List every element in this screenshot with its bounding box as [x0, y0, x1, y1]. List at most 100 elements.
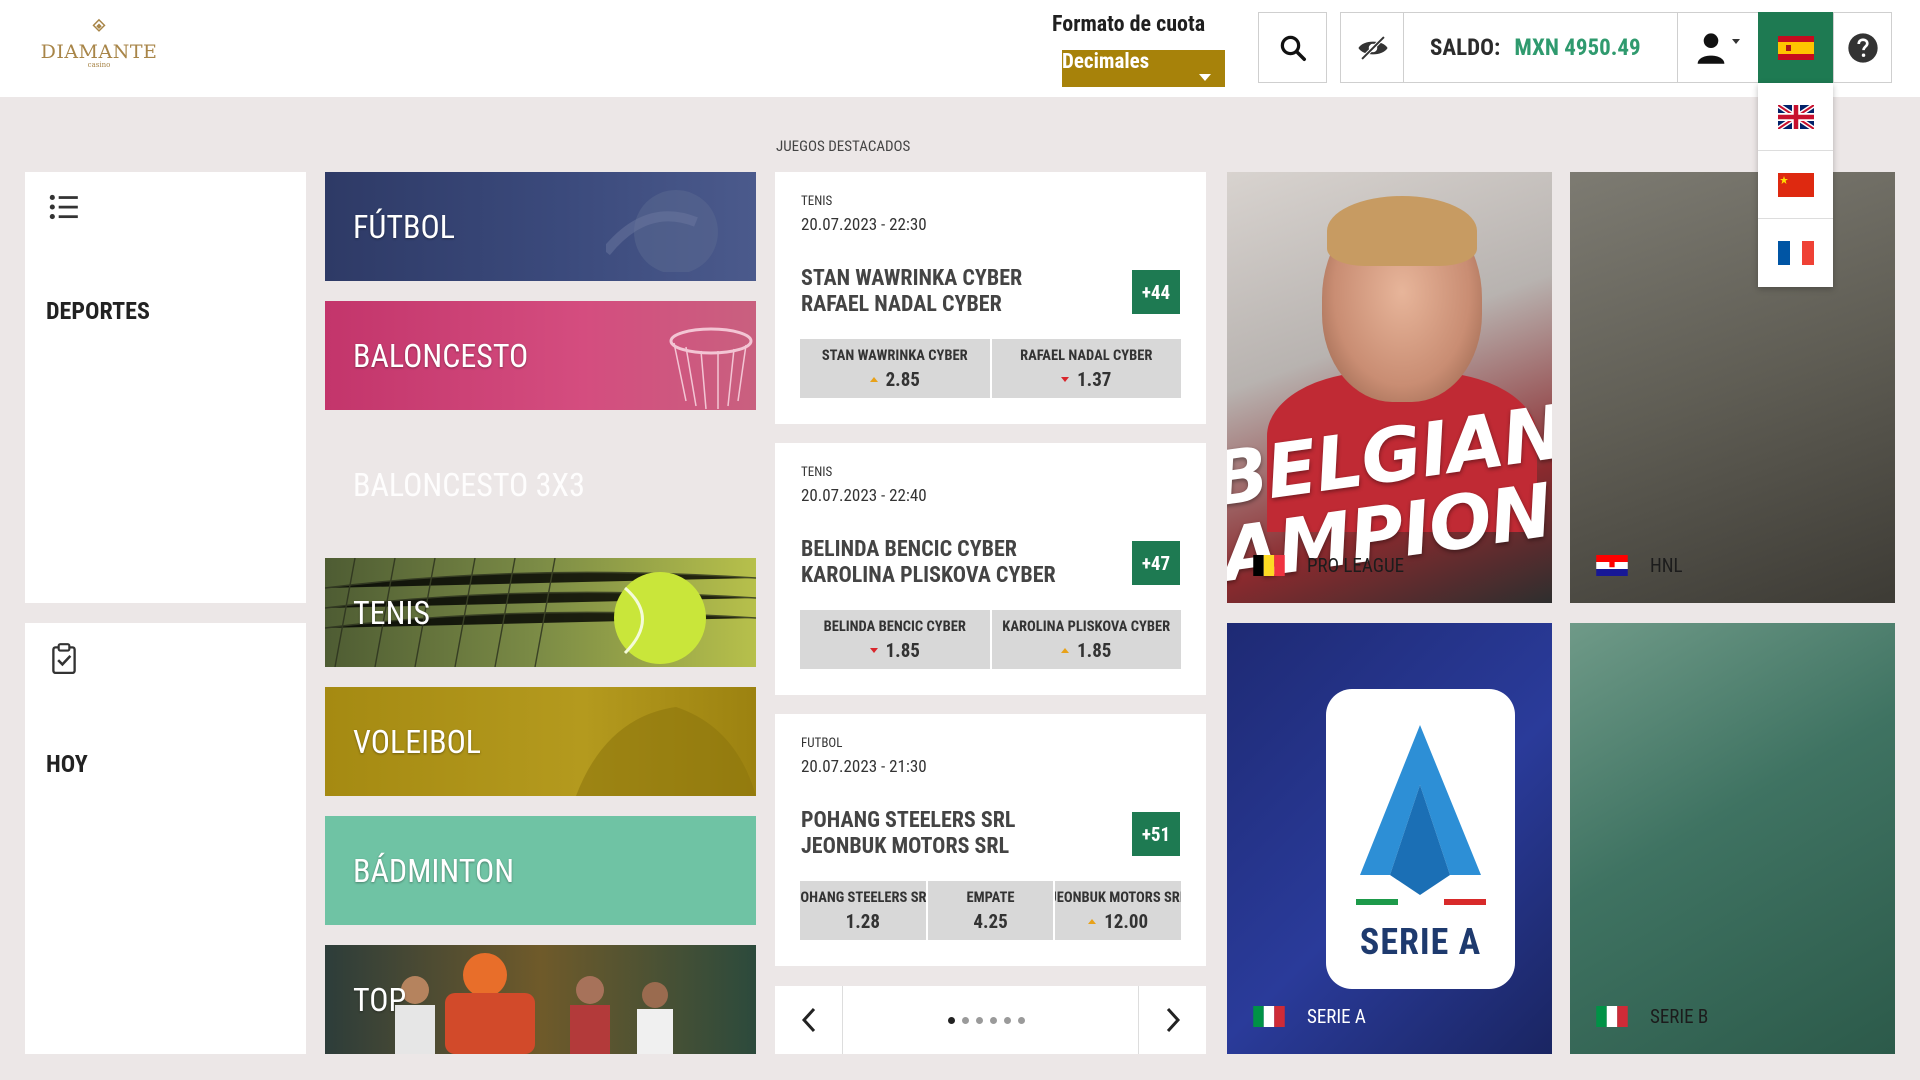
sport-tile-top[interactable]: TOP [325, 945, 756, 1054]
language-option-en[interactable] [1758, 83, 1833, 151]
odds-up-icon [869, 377, 878, 382]
more-markets-button[interactable]: +47 [1132, 541, 1180, 585]
language-option-fr[interactable] [1758, 219, 1833, 287]
more-markets-button[interactable]: +51 [1132, 812, 1180, 856]
match-teams: POHANG STEELERS SRL JEONBUK MOTORS SRL [801, 808, 1015, 860]
sports-menu-card[interactable]: DEPORTES [25, 172, 306, 603]
volleyball-player-icon [576, 707, 756, 796]
league-card-pro-league[interactable]: BELGIAN AMPIONSHI PRO LEAGUE [1227, 172, 1552, 603]
odd-button[interactable]: STAN WAWRINKA CYBER 2.85 [800, 339, 992, 398]
match-teams: BELINDA BENCIC CYBER KAROLINA PLISKOVA C… [801, 537, 1056, 589]
odds-format-label: Formato de cuota [1052, 12, 1206, 37]
odd-value: 1.28 [845, 910, 880, 933]
featured-match-card[interactable]: FUTBOL 20.07.2023 - 21:30 POHANG STEELER… [775, 714, 1206, 966]
sport-tile-voleibol[interactable]: VOLEIBOL [325, 687, 756, 796]
match-sport: TENIS [801, 194, 833, 209]
language-option-cn[interactable] [1758, 151, 1833, 219]
carousel-dot[interactable] [976, 1017, 983, 1024]
sport-tile-baloncesto[interactable]: BALONCESTO [325, 301, 756, 410]
league-card-serie-a[interactable]: SERIE A SERIE A [1227, 623, 1552, 1054]
italy-flag-icon [1253, 1006, 1285, 1027]
league-footer: SERIE B [1596, 1005, 1708, 1028]
help-button[interactable] [1833, 12, 1892, 83]
odds-up-icon [1061, 648, 1070, 653]
carousel-next-button[interactable] [1138, 986, 1206, 1054]
carousel-dot[interactable] [948, 1017, 955, 1024]
match-sport: FUTBOL [801, 736, 843, 751]
league-card-hnl[interactable]: HNL [1570, 172, 1895, 603]
balance-display: SALDO: MXN 4950.49 [1403, 12, 1677, 83]
header: DIAMANTE casino Formato de cuota Decimal… [0, 0, 1920, 97]
user-menu-button[interactable] [1677, 12, 1758, 83]
today-label: HOY [46, 750, 88, 778]
odds-row: BELINDA BENCIC CYBER 1.85 KAROLINA PLISK… [800, 610, 1181, 669]
odd-value: 2.85 [885, 368, 920, 391]
italy-flag-icon [1596, 1006, 1628, 1027]
league-name: PRO LEAGUE [1307, 554, 1405, 577]
sport-tile-baloncesto-3x3[interactable]: BALONCESTO 3X3 [325, 430, 756, 539]
sport-label: VOLEIBOL [353, 723, 482, 761]
odd-value: 1.85 [885, 639, 920, 662]
featured-carousel-nav [775, 986, 1206, 1054]
odd-value: 12.00 [1104, 910, 1149, 933]
odd-selection-name: KAROLINA PLISKOVA CYBER [1002, 618, 1171, 635]
featured-match-card[interactable]: TENIS 20.07.2023 - 22:40 BELINDA BENCIC … [775, 443, 1206, 695]
odds-format: Formato de cuota Decimales [1052, 12, 1232, 87]
featured-match-card[interactable]: TENIS 20.07.2023 - 22:30 STAN WAWRINKA C… [775, 172, 1206, 424]
hide-balance-button[interactable] [1340, 12, 1404, 83]
belgium-flag-icon [1253, 555, 1285, 576]
odds-row: STAN WAWRINKA CYBER 2.85 RAFAEL NADAL CY… [800, 339, 1181, 398]
odd-button[interactable]: JEONBUK MOTORS SRL 12.00 [1055, 881, 1181, 940]
match-team-away: KAROLINA PLISKOVA CYBER [801, 563, 1056, 588]
odd-button[interactable]: EMPATE 4.25 [928, 881, 1056, 940]
odds-up-icon [1088, 919, 1097, 924]
serie-a-logo-icon [1360, 725, 1481, 895]
eye-off-icon [1357, 35, 1388, 60]
match-sport: TENIS [801, 465, 833, 480]
match-teams: STAN WAWRINKA CYBER RAFAEL NADAL CYBER [801, 266, 1022, 318]
odds-down-icon [869, 648, 878, 653]
brand-logo[interactable]: DIAMANTE casino [41, 18, 157, 76]
sport-label: TOP [353, 981, 407, 1019]
carousel-dot[interactable] [1018, 1017, 1025, 1024]
search-icon [1280, 35, 1306, 61]
odds-format-select[interactable]: Decimales [1062, 50, 1225, 87]
featured-games-title: JUEGOS DESTACADOS [776, 137, 911, 155]
today-card[interactable]: HOY [25, 623, 306, 1054]
match-datetime: 20.07.2023 - 22:30 [801, 215, 927, 235]
carousel-dot[interactable] [1004, 1017, 1011, 1024]
odd-button[interactable]: BELINDA BENCIC CYBER 1.85 [800, 610, 992, 669]
sport-tile-badminton[interactable]: BÁDMINTON [325, 816, 756, 925]
italy-stripe [1356, 899, 1486, 905]
sport-label: FÚTBOL [353, 208, 455, 246]
carousel-dot[interactable] [990, 1017, 997, 1024]
search-button[interactable] [1258, 12, 1327, 83]
player-image [1327, 196, 1477, 266]
sport-label: BÁDMINTON [353, 852, 515, 890]
more-markets-button[interactable]: +44 [1132, 270, 1180, 314]
user-icon [1697, 32, 1725, 64]
odd-button[interactable]: KAROLINA PLISKOVA CYBER 1.85 [992, 610, 1182, 669]
sport-label: TENIS [353, 594, 430, 632]
clipboard-check-icon [52, 643, 76, 675]
carousel-dot[interactable] [962, 1017, 969, 1024]
carousel-prev-button[interactable] [775, 986, 843, 1054]
league-card-serie-b[interactable]: SERIE B [1570, 623, 1895, 1054]
sport-label: BALONCESTO [353, 337, 529, 375]
sport-tile-tenis[interactable]: TENIS [325, 558, 756, 667]
odd-selection-name: POHANG STEELERS SRL [800, 889, 928, 906]
odd-button[interactable]: RAFAEL NADAL CYBER 1.37 [992, 339, 1182, 398]
match-team-home: POHANG STEELERS SRL [801, 808, 1016, 833]
league-footer: PRO LEAGUE [1253, 554, 1404, 577]
league-name: HNL [1650, 554, 1683, 577]
brand-subtitle: casino [87, 61, 111, 69]
odd-selection-name: BELINDA BENCIC CYBER [823, 618, 966, 635]
language-button[interactable] [1758, 12, 1833, 83]
sport-tile-futbol[interactable]: FÚTBOL [325, 172, 756, 281]
match-datetime: 20.07.2023 - 22:40 [801, 486, 927, 506]
spain-flag-icon [1777, 35, 1814, 60]
chevron-down-icon [1199, 74, 1211, 81]
chevron-right-icon [1166, 1007, 1180, 1033]
match-team-away: JEONBUK MOTORS SRL [801, 834, 1010, 859]
odd-button[interactable]: POHANG STEELERS SRL 1.28 [800, 881, 928, 940]
